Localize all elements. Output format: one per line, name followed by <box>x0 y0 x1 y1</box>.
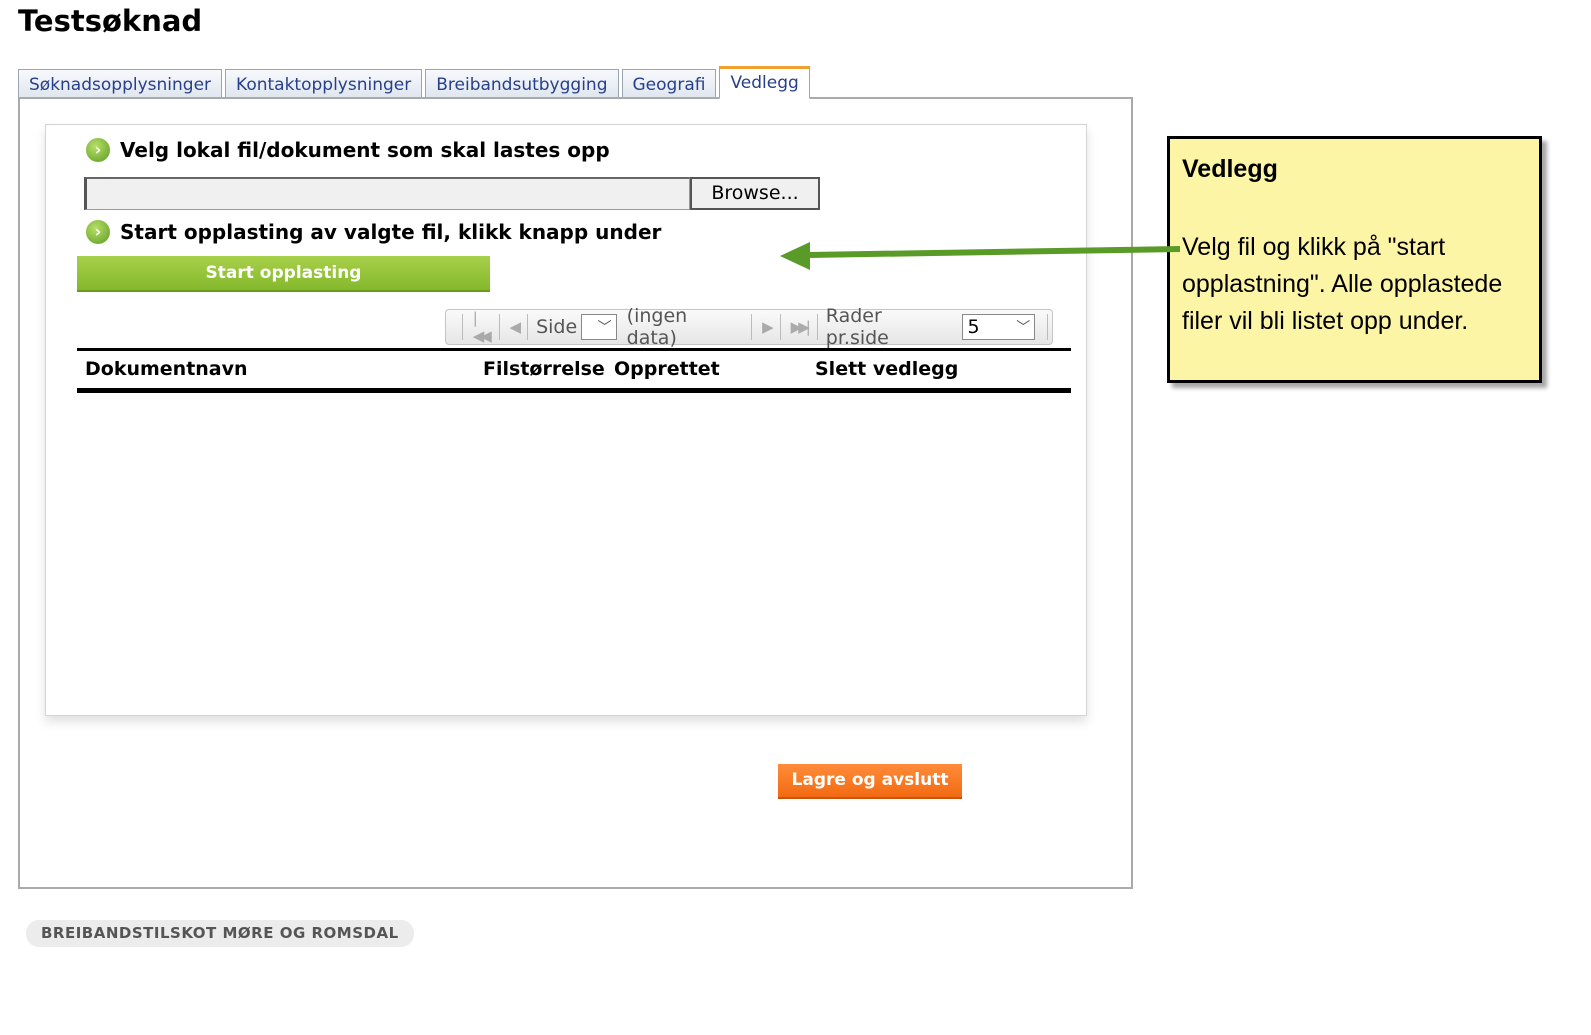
last-page-icon[interactable]: ▶▶| <box>785 318 813 336</box>
callout-title: Vedlegg <box>1182 155 1278 183</box>
chevron-down-icon: ﹀ <box>597 320 612 336</box>
rows-per-page-select[interactable]: 5 ﹀ <box>962 314 1036 340</box>
pager-no-data: (ingen data) <box>626 305 688 349</box>
pager-side-label: Side <box>536 316 578 338</box>
tab-kontaktopplysninger[interactable]: Kontaktopplysninger <box>225 69 423 99</box>
save-and-exit-button[interactable]: Lagre og avslutt <box>778 764 962 799</box>
footer-badge: BREIBANDSTILSKOT MØRE OG ROMSDAL <box>26 920 414 947</box>
tab-soknadsopplysninger[interactable]: Søknadsopplysninger <box>18 69 223 99</box>
tab-geografi[interactable]: Geografi <box>621 69 717 99</box>
page-title: Testsøknad <box>18 4 203 38</box>
file-path-input[interactable] <box>84 177 690 210</box>
grid-header-border <box>77 388 1071 393</box>
chevron-down-icon: ﹀ <box>1016 320 1031 336</box>
tab-breibandsutbygging[interactable]: Breibandsutbygging <box>425 69 619 99</box>
column-dokumentnavn[interactable]: Dokumentnavn <box>85 358 248 380</box>
step-select-file: › Velg lokal fil/dokument som skal laste… <box>86 138 610 162</box>
tab-bar: Søknadsopplysninger Kontaktopplysninger … <box>18 66 813 99</box>
first-page-icon[interactable]: |◀◀ <box>467 309 495 345</box>
column-slett-vedlegg[interactable]: Slett vedlegg <box>815 358 958 380</box>
start-upload-button[interactable]: Start opplasting <box>77 256 490 292</box>
callout-body: Velg fil og klikk på "start opplastning"… <box>1182 233 1503 335</box>
column-opprettet[interactable]: Opprettet <box>614 358 720 380</box>
chevron-right-circle-icon: › <box>86 138 110 162</box>
rows-per-page-label: Rader pr.side <box>825 305 889 349</box>
rows-per-page-value: 5 <box>967 316 980 338</box>
browse-button[interactable]: Browse... <box>690 177 820 210</box>
step-select-file-label: Velg lokal fil/dokument som skal lastes … <box>120 138 610 162</box>
next-page-icon[interactable]: ▶ <box>756 318 776 336</box>
pager: |◀◀ ◀ Side ﹀ (ingen data) ▶ ▶▶| Rader pr… <box>445 305 1053 349</box>
grid-top-border <box>77 348 1071 351</box>
step-start-upload: › Start opplasting av valgte fil, klikk … <box>86 220 661 244</box>
upload-panel <box>45 124 1087 716</box>
chevron-right-circle-icon: › <box>86 220 110 244</box>
callout-note: Vedlegg Velg fil og klikk på "start oppl… <box>1167 136 1542 383</box>
column-filstorrelse[interactable]: Filstørrelse <box>483 358 605 380</box>
step-start-upload-label: Start opplasting av valgte fil, klikk kn… <box>120 220 662 244</box>
prev-page-icon[interactable]: ◀ <box>504 318 524 336</box>
page-select[interactable]: ﹀ <box>581 314 617 340</box>
tab-vedlegg[interactable]: Vedlegg <box>719 66 810 99</box>
